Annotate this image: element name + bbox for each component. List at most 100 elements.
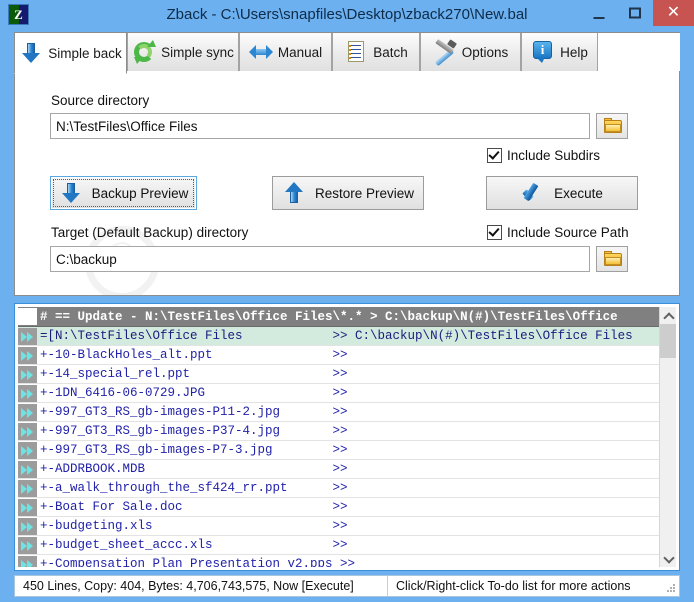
- status-hint: Click/Right-click To-do list for more ac…: [396, 579, 631, 593]
- arrow-down-icon: [19, 41, 43, 65]
- source-directory-input[interactable]: [50, 113, 590, 139]
- chevron-down-icon: [663, 552, 675, 564]
- todo-list-row[interactable]: +-997_GT3_RS_gb-images-P37-4.jpg >>: [18, 422, 659, 441]
- todo-list-row[interactable]: +-budgeting.xls >>: [18, 517, 659, 536]
- tab-manual-label: Manual: [277, 44, 323, 60]
- todo-list-row[interactable]: +-1DN_6416-06-0729.JPG >>: [18, 384, 659, 403]
- maximize-icon: [629, 7, 641, 19]
- tab-help[interactable]: i Help: [521, 33, 598, 72]
- todo-list-row-text: +-budget_sheet_accc.xls >>: [40, 538, 348, 552]
- backup-preview-button[interactable]: Backup Preview: [50, 176, 197, 210]
- tab-batch-label: Batch: [373, 44, 408, 60]
- todo-list-row-text: +-14_special_rel.ppt >>: [40, 367, 348, 381]
- fast-forward-icon: [18, 441, 37, 459]
- todo-list-row-text: +-Boat For Sale.doc >>: [40, 500, 348, 514]
- todo-list-header-row[interactable]: # == Update - N:\TestFiles\Office Files\…: [18, 307, 659, 327]
- fast-forward-icon: [18, 555, 37, 567]
- source-directory-label: Source directory: [51, 93, 150, 108]
- tab-manual[interactable]: Manual: [239, 33, 332, 72]
- todo-list-row[interactable]: +-Boat For Sale.doc >>: [18, 498, 659, 517]
- todo-list-row-text: +-997_GT3_RS_gb-images-P11-2.jpg >>: [40, 405, 348, 419]
- todo-list-row-text: +-997_GT3_RS_gb-images-P7-3.jpg >>: [40, 443, 348, 457]
- fast-forward-icon: [18, 536, 37, 554]
- todo-list-header-text: # == Update - N:\TestFiles\Office Files\…: [40, 309, 618, 324]
- tab-simple-back[interactable]: Simple back: [14, 33, 127, 74]
- target-directory-input[interactable]: [50, 246, 590, 272]
- minimize-button[interactable]: [581, 0, 617, 26]
- restore-preview-button[interactable]: Restore Preview: [272, 176, 424, 210]
- close-button[interactable]: ✕: [653, 0, 694, 26]
- minimize-icon: [593, 17, 605, 19]
- execute-button[interactable]: Execute: [486, 176, 638, 210]
- left-right-arrow-icon: [248, 40, 273, 64]
- tab-help-label: Help: [560, 44, 588, 60]
- blank-icon: [18, 308, 37, 325]
- fast-forward-icon: [18, 403, 37, 421]
- title-bar: Z Zback - C:\Users\snapfiles\Desktop\zba…: [0, 0, 694, 29]
- scroll-up-button[interactable]: [660, 307, 676, 324]
- todo-list-row-text: +-1DN_6416-06-0729.JPG >>: [40, 386, 348, 400]
- todo-list-row[interactable]: +-budget_sheet_accc.xls >>: [18, 536, 659, 555]
- fast-forward-icon: [18, 365, 37, 383]
- todo-list-row-text: +-budgeting.xls >>: [40, 519, 348, 533]
- resize-grip-icon[interactable]: [666, 583, 676, 593]
- todo-list-row[interactable]: +-a_walk_through_the_sf424_rr.ppt >>: [18, 479, 659, 498]
- include-subdirs-checkbox[interactable]: Include Subdirs: [487, 148, 600, 163]
- todo-list-row[interactable]: +-997_GT3_RS_gb-images-P11-2.jpg >>: [18, 403, 659, 422]
- status-bar: 450 Lines, Copy: 404, Bytes: 4,706,743,5…: [14, 575, 680, 597]
- arrow-up-icon: [282, 181, 306, 205]
- todo-list-row[interactable]: +-Compensation_Plan_Presentation_v2.pps …: [18, 555, 659, 567]
- checkmark-icon: [487, 148, 502, 163]
- tab-options[interactable]: Options: [420, 33, 521, 72]
- simple-back-panel: © Source directory Include Subdirs Backu…: [14, 71, 680, 296]
- todo-list-rows[interactable]: # == Update - N:\TestFiles\Office Files\…: [18, 307, 659, 567]
- document-list-icon: [344, 40, 368, 64]
- arrow-down-icon: [59, 181, 83, 205]
- fast-forward-icon: [18, 498, 37, 516]
- tab-simple-back-label: Simple back: [48, 45, 122, 61]
- tab-simple-sync-label: Simple sync: [161, 44, 234, 60]
- fast-forward-icon: [18, 517, 37, 535]
- scroll-down-button[interactable]: [660, 550, 676, 567]
- chevron-up-icon: [663, 312, 675, 324]
- fast-forward-icon: [18, 460, 37, 478]
- todo-list-row-text: +-Compensation_Plan_Presentation_v2.pps …: [40, 557, 356, 567]
- backup-preview-label: Backup Preview: [91, 185, 189, 201]
- scrollbar-thumb[interactable]: [660, 324, 676, 358]
- folder-icon: [604, 118, 622, 133]
- todo-list-row-text: +-10-BlackHoles_alt.ppt >>: [40, 348, 348, 362]
- maximize-button[interactable]: [617, 0, 653, 26]
- fast-forward-icon: [18, 384, 37, 402]
- tab-options-label: Options: [461, 44, 509, 60]
- fast-forward-icon: [18, 479, 37, 497]
- source-browse-button[interactable]: [596, 113, 628, 139]
- tab-simple-sync[interactable]: Simple sync: [127, 33, 239, 72]
- execute-label: Execute: [554, 185, 603, 201]
- todo-list-scrollbar[interactable]: [659, 307, 676, 567]
- fast-forward-icon: [18, 422, 37, 440]
- todo-list-row[interactable]: +-997_GT3_RS_gb-images-P7-3.jpg >>: [18, 441, 659, 460]
- todo-list-row[interactable]: =[N:\TestFiles\Office Files >> C:\backup…: [18, 327, 659, 346]
- todo-list-inner: # == Update - N:\TestFiles\Office Files\…: [18, 307, 676, 567]
- close-icon: ✕: [666, 4, 681, 21]
- todo-list-row[interactable]: +-ADDRBOOK.MDB >>: [18, 460, 659, 479]
- application-window: Z Zback - C:\Users\snapfiles\Desktop\zba…: [0, 0, 694, 602]
- todo-list-row[interactable]: +-10-BlackHoles_alt.ppt >>: [18, 346, 659, 365]
- tab-batch[interactable]: Batch: [332, 33, 420, 72]
- tools-icon: [433, 39, 457, 67]
- sync-icon: [132, 40, 157, 64]
- todo-list-row-text: +-ADDRBOOK.MDB >>: [40, 462, 348, 476]
- target-directory-label: Target (Default Backup) directory: [51, 225, 249, 240]
- include-subdirs-label: Include Subdirs: [507, 148, 601, 163]
- info-icon: i: [531, 40, 555, 64]
- status-summary: 450 Lines, Copy: 404, Bytes: 4,706,743,5…: [15, 576, 388, 596]
- todo-list-row-text: +-997_GT3_RS_gb-images-P37-4.jpg >>: [40, 424, 348, 438]
- folder-icon: [604, 251, 622, 266]
- fast-forward-icon: [18, 346, 37, 364]
- todo-list-row[interactable]: +-14_special_rel.ppt >>: [18, 365, 659, 384]
- todo-list-panel[interactable]: # == Update - N:\TestFiles\Office Files\…: [14, 303, 680, 571]
- checkmark-icon: [487, 225, 502, 240]
- tab-strip: Simple back Simple sync Manual Batch Opt…: [14, 32, 680, 74]
- target-browse-button[interactable]: [596, 246, 628, 272]
- include-source-path-checkbox[interactable]: Include Source Path: [487, 225, 629, 240]
